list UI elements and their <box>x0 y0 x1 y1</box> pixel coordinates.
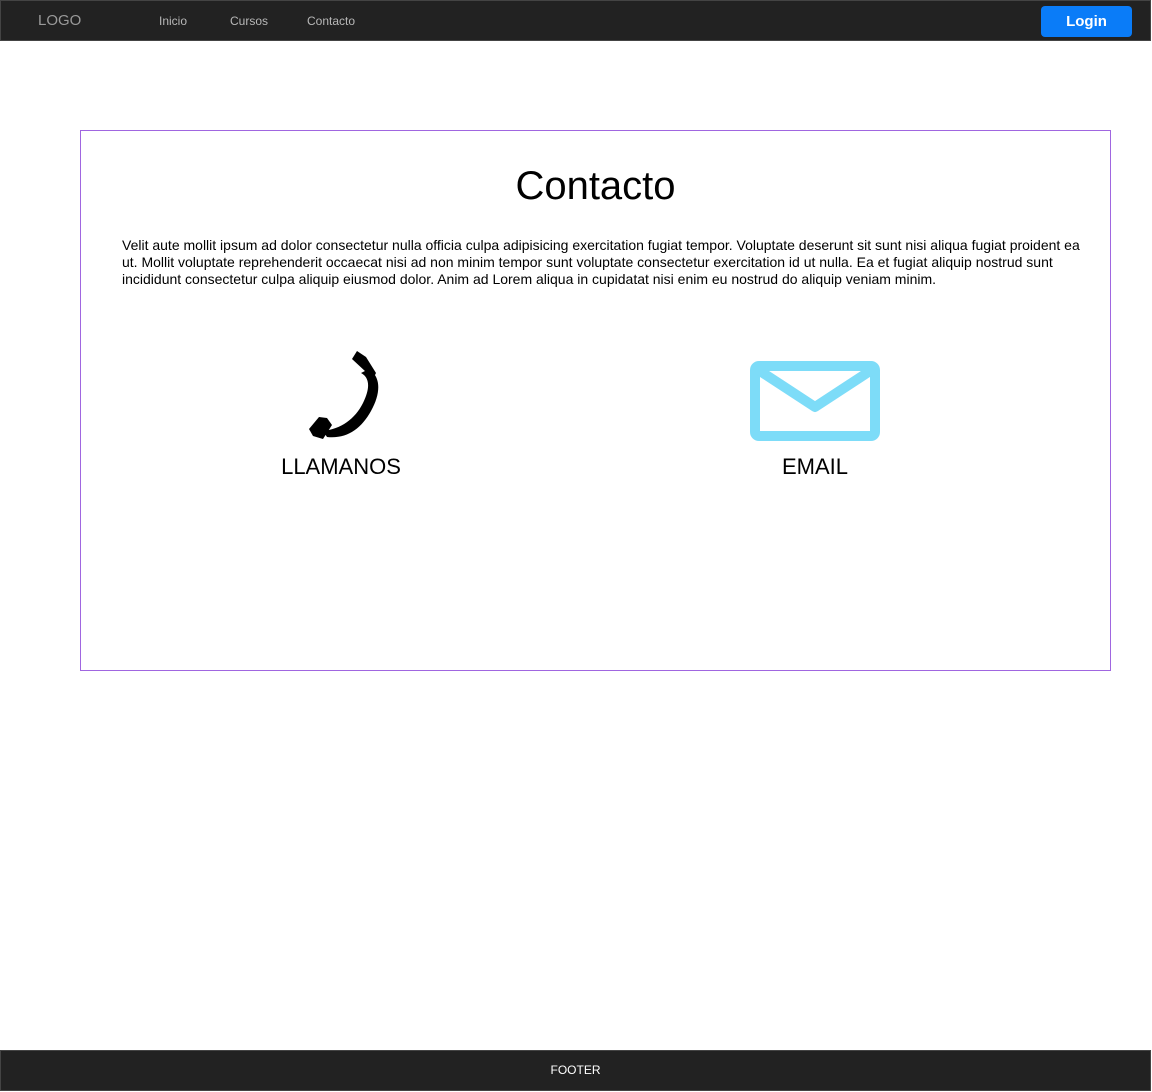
contact-item-phone[interactable]: LLAMANOS <box>261 347 421 480</box>
footer: FOOTER <box>0 1050 1151 1091</box>
contact-panel: Contacto Velit aute mollit ipsum ad dolo… <box>80 130 1111 671</box>
login-button[interactable]: Login <box>1041 6 1132 37</box>
logo[interactable]: LOGO <box>38 12 81 30</box>
nav-link-contacto[interactable]: Contacto <box>307 14 355 29</box>
contact-label-email: EMAIL <box>781 454 849 479</box>
footer-text: FOOTER <box>550 1063 601 1077</box>
nav-link-cursos[interactable]: Cursos <box>230 14 268 29</box>
contact-label-llamanos: LLAMANOS <box>281 454 401 479</box>
page-title: Contacto <box>515 164 676 208</box>
mail-icon <box>750 361 880 441</box>
top-navbar: LOGO Inicio Cursos Contacto Login <box>0 0 1151 41</box>
phone-icon <box>309 351 379 439</box>
contact-description: Velit aute mollit ipsum ad dolor consect… <box>122 237 1080 287</box>
contact-item-email[interactable]: EMAIL <box>735 347 895 480</box>
nav-link-inicio[interactable]: Inicio <box>159 14 187 29</box>
